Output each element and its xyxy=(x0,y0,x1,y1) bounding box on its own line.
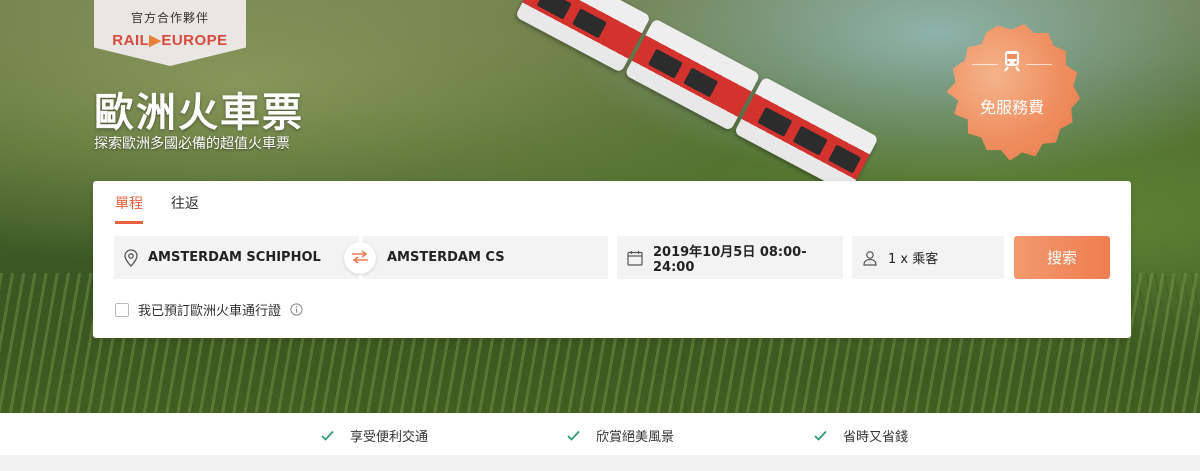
search-button[interactable]: 搜索 xyxy=(1014,236,1110,279)
passenger-field[interactable]: 1 x 乘客 xyxy=(852,236,1004,279)
benefit-label: 欣賞絕美風景 xyxy=(596,430,675,445)
rail-pass-label: 我已預訂歐洲火車通行證 xyxy=(138,304,282,319)
user-icon xyxy=(862,250,878,266)
tab-one-way[interactable]: 單程 xyxy=(115,193,143,224)
page-subtitle: 探索歐洲多國必備的超值火車票 xyxy=(94,136,290,152)
rail-pass-option[interactable]: 我已預訂歐洲火車通行證 xyxy=(115,300,303,319)
page-title: 歐洲火車票 xyxy=(94,90,304,136)
page-bottom-strip xyxy=(0,455,1200,471)
checkmark-icon xyxy=(567,430,580,441)
benefit-label: 省時又省錢 xyxy=(843,430,909,445)
location-pin-icon xyxy=(124,248,138,267)
benefit-item: 省時又省錢 xyxy=(814,426,908,445)
logo-arrow-icon: ▶ xyxy=(149,32,162,49)
calendar-icon xyxy=(627,250,643,266)
search-panel: 單程 往返 AMSTERDAM SCHIPHOL AMSTERDAM CS 20… xyxy=(93,181,1131,338)
origin-value: AMSTERDAM SCHIPHOL xyxy=(148,250,321,265)
swap-arrows-icon xyxy=(351,249,369,268)
destination-value: AMSTERDAM CS xyxy=(387,250,505,265)
checkmark-icon xyxy=(321,430,334,441)
benefits-bar: 享受便利交通 欣賞絕美風景 省時又省錢 xyxy=(0,413,1200,455)
swap-stations-button[interactable] xyxy=(344,242,376,274)
destination-field[interactable]: AMSTERDAM CS xyxy=(363,236,608,279)
trip-type-tabs: 單程 往返 xyxy=(115,193,227,224)
checkmark-icon xyxy=(814,430,827,441)
passenger-value: 1 x 乘客 xyxy=(888,252,939,267)
partner-title: 官方合作夥伴 xyxy=(130,11,209,25)
tab-round-trip[interactable]: 往返 xyxy=(171,193,199,224)
benefit-label: 享受便利交通 xyxy=(350,430,429,445)
badge-text: 免服務費 xyxy=(979,98,1044,117)
train-icon xyxy=(1003,50,1021,76)
benefit-item: 欣賞絕美風景 xyxy=(567,426,674,445)
benefit-item: 享受便利交通 xyxy=(321,426,428,445)
date-field[interactable]: 2019年10月5日 08:00-24:00 xyxy=(617,236,843,279)
info-icon[interactable] xyxy=(290,303,303,316)
date-value: 2019年10月5日 08:00-24:00 xyxy=(653,244,807,275)
rail-europe-logo[interactable]: RAIL▶EUROPE xyxy=(94,31,246,49)
rail-pass-checkbox[interactable] xyxy=(115,302,129,317)
origin-field[interactable]: AMSTERDAM SCHIPHOL xyxy=(114,236,359,279)
